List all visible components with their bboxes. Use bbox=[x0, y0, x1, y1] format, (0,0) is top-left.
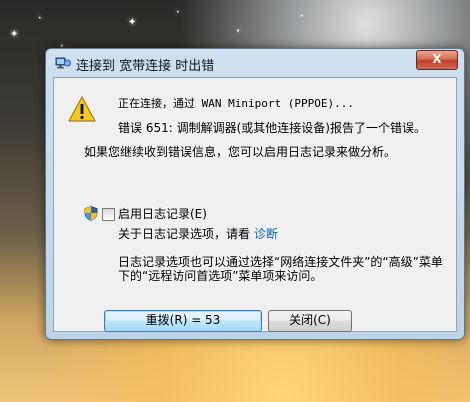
warning-icon bbox=[68, 96, 96, 122]
star-decoration: • bbox=[300, 13, 304, 20]
logging-hint-text: 如果您继续收到错误信息，您可以启用日志记录来做分析。 bbox=[84, 145, 397, 159]
network-connection-icon bbox=[55, 57, 71, 69]
star-decoration: ✦ bbox=[10, 29, 19, 40]
dialog-client-area: 正在连接，通过 WAN Miniport (PPPOE)... 错误 651: … bbox=[53, 77, 457, 332]
desktop-background: ✦ • • ✦ • • • 连接到 宽带连接 时出错 X 正在连接，通过 WAN… bbox=[0, 0, 470, 402]
diagnostics-link[interactable]: 诊断 bbox=[254, 227, 278, 241]
star-decoration: • bbox=[176, 9, 180, 16]
title-bar[interactable]: 连接到 宽带连接 时出错 X bbox=[46, 49, 464, 77]
logging-options-prefix: 关于日志记录选项，请看 bbox=[118, 227, 251, 241]
uac-shield-icon bbox=[84, 206, 98, 221]
logging-options-help: 关于日志记录选项，请看 诊断 bbox=[118, 227, 278, 241]
dialog-title: 连接到 宽带连接 时出错 bbox=[76, 59, 215, 74]
window-close-button[interactable]: X bbox=[416, 50, 458, 70]
star-decoration: • bbox=[236, 27, 241, 35]
logging-info-line-2: 下的“远程访问首选项”菜单项来访问。 bbox=[118, 269, 323, 283]
connection-status-text: 正在连接，通过 WAN Miniport (PPPOE)... bbox=[118, 97, 354, 110]
star-decoration: ✦ bbox=[128, 17, 137, 28]
enable-logging-checkbox[interactable] bbox=[102, 208, 115, 221]
close-button[interactable]: 关闭(C) bbox=[268, 310, 352, 332]
error-message-text: 错误 651: 调制解调器(或其他连接设备)报告了一个错误。 bbox=[118, 121, 426, 135]
connection-error-dialog: 连接到 宽带连接 时出错 X 正在连接，通过 WAN Miniport (PPP… bbox=[45, 48, 465, 340]
logging-info-line-1: 日志记录选项也可以通过选择“网络连接文件夹”的“高级”菜单 bbox=[118, 255, 443, 269]
redial-button[interactable]: 重拨(R) = 53 bbox=[104, 310, 262, 332]
star-decoration: • bbox=[38, 15, 42, 22]
enable-logging-label[interactable]: 启用日志记录(E) bbox=[118, 207, 207, 221]
